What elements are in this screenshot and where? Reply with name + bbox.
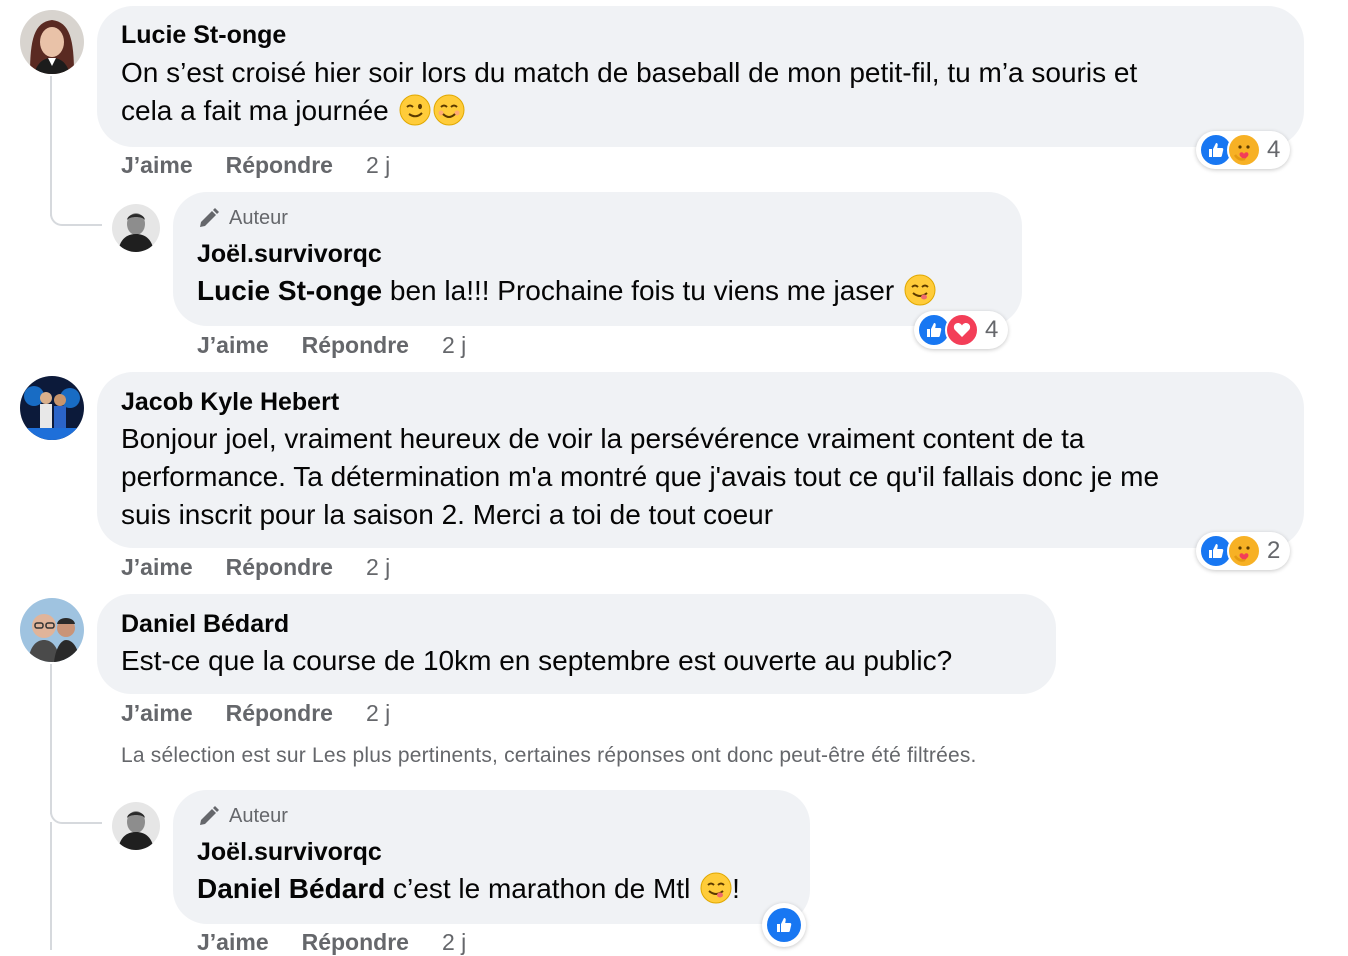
reply-author-name[interactable]: Joël.survivorqc: [197, 240, 382, 269]
care-reaction-icon: [1227, 534, 1261, 568]
yum-emoji: [904, 274, 936, 306]
mention-link[interactable]: Daniel Bédard: [197, 873, 385, 904]
comment-text-line-1: Bonjour joel, vraiment heureux de voir l…: [121, 423, 1085, 454]
thread-line-1-vertical: [50, 76, 52, 216]
care-reaction-icon: [1227, 133, 1261, 167]
thread-line-3-curve: [50, 812, 102, 824]
reaction-count: 2: [1267, 537, 1281, 564]
comment-timestamp[interactable]: 2 j: [366, 700, 390, 727]
smile-emoji: [433, 94, 464, 126]
comment-text: Bonjour joel, vraiment heureux de voir l…: [121, 420, 1291, 534]
avatar-joel[interactable]: [112, 802, 160, 850]
avatar-daniel[interactable]: [20, 598, 84, 662]
filter-notice: La sélection est sur Les plus pertinents…: [121, 744, 977, 767]
comment-text-line-1: On s’est croisé hier soir lors du match …: [121, 57, 1138, 88]
reply-button[interactable]: Répondre: [302, 332, 409, 359]
reactions-summary-reply-1[interactable]: 4: [914, 311, 1009, 349]
comment-author-name[interactable]: Lucie St-onge: [121, 21, 286, 50]
reply-timestamp[interactable]: 2 j: [442, 929, 466, 956]
author-badge-label: Auteur: [229, 804, 288, 827]
reply-button[interactable]: Répondre: [302, 929, 409, 956]
comment-text-line-3: suis inscrit pour la saison 2. Merci a t…: [121, 499, 774, 530]
comment-author-name[interactable]: Jacob Kyle Hebert: [121, 388, 339, 417]
avatar-joel[interactable]: [112, 204, 160, 252]
avatar-lucie[interactable]: [20, 10, 84, 74]
reply-text-body: c’est le marathon de Mtl: [385, 873, 691, 904]
thread-line-3-continue: [50, 822, 52, 950]
reaction-count: 4: [985, 316, 999, 343]
author-badge: Auteur: [197, 206, 288, 230]
author-badge: Auteur: [197, 804, 288, 828]
reply-button[interactable]: Répondre: [226, 152, 333, 179]
comment-text-line-2: performance. Ta détermination m'a montré…: [121, 461, 1160, 492]
comment-text-line-2: cela a fait ma journée: [121, 95, 389, 126]
comment-text: Est-ce que la course de 10km en septembr…: [121, 645, 953, 676]
wink-emoji: [399, 94, 430, 126]
thread-line-1-curve: [50, 214, 102, 226]
mention-link[interactable]: Lucie St-onge: [197, 275, 382, 306]
thread-line-3-vertical: [50, 664, 52, 814]
like-button[interactable]: J’aime: [121, 152, 193, 179]
comment-timestamp[interactable]: 2 j: [366, 554, 390, 581]
reactions-summary-lucie[interactable]: 4: [1196, 131, 1291, 169]
comment-actions: J’aime Répondre 2 j: [121, 700, 390, 727]
reply-timestamp[interactable]: 2 j: [442, 332, 466, 359]
love-reaction-icon: [945, 313, 979, 347]
reply-button[interactable]: Répondre: [226, 700, 333, 727]
comment-actions: J’aime Répondre 2 j: [121, 152, 390, 179]
reply-author-name[interactable]: Joël.survivorqc: [197, 838, 382, 867]
reactions-summary-jacob[interactable]: 2: [1196, 532, 1291, 570]
reply-text-end: !: [732, 873, 740, 904]
author-badge-label: Auteur: [229, 206, 288, 229]
comment-text: On s’est croisé hier soir lors du match …: [121, 54, 1291, 130]
reply-text: Daniel Bédard c’est le marathon de Mtl !: [197, 870, 740, 908]
reply-actions: J’aime Répondre 2 j: [197, 332, 466, 359]
like-reaction-icon: [767, 908, 801, 942]
like-button[interactable]: J’aime: [197, 929, 269, 956]
yum-emoji: [700, 872, 732, 904]
pen-author-icon: [200, 806, 219, 825]
reply-text: Lucie St-onge ben la!!! Prochaine fois t…: [197, 272, 936, 310]
reaction-count: 4: [1267, 136, 1281, 163]
avatar-jacob[interactable]: [20, 376, 84, 440]
pen-author-icon: [200, 208, 219, 227]
reply-button[interactable]: Répondre: [226, 554, 333, 581]
like-button[interactable]: J’aime: [121, 700, 193, 727]
reply-actions: J’aime Répondre 2 j: [197, 929, 466, 956]
reply-text-body: ben la!!! Prochaine fois tu viens me jas…: [382, 275, 895, 306]
comment-author-name[interactable]: Daniel Bédard: [121, 610, 289, 639]
like-button[interactable]: J’aime: [121, 554, 193, 581]
comment-timestamp[interactable]: 2 j: [366, 152, 390, 179]
like-button[interactable]: J’aime: [197, 332, 269, 359]
reactions-summary-reply-2[interactable]: [762, 903, 806, 947]
comment-actions: J’aime Répondre 2 j: [121, 554, 390, 581]
